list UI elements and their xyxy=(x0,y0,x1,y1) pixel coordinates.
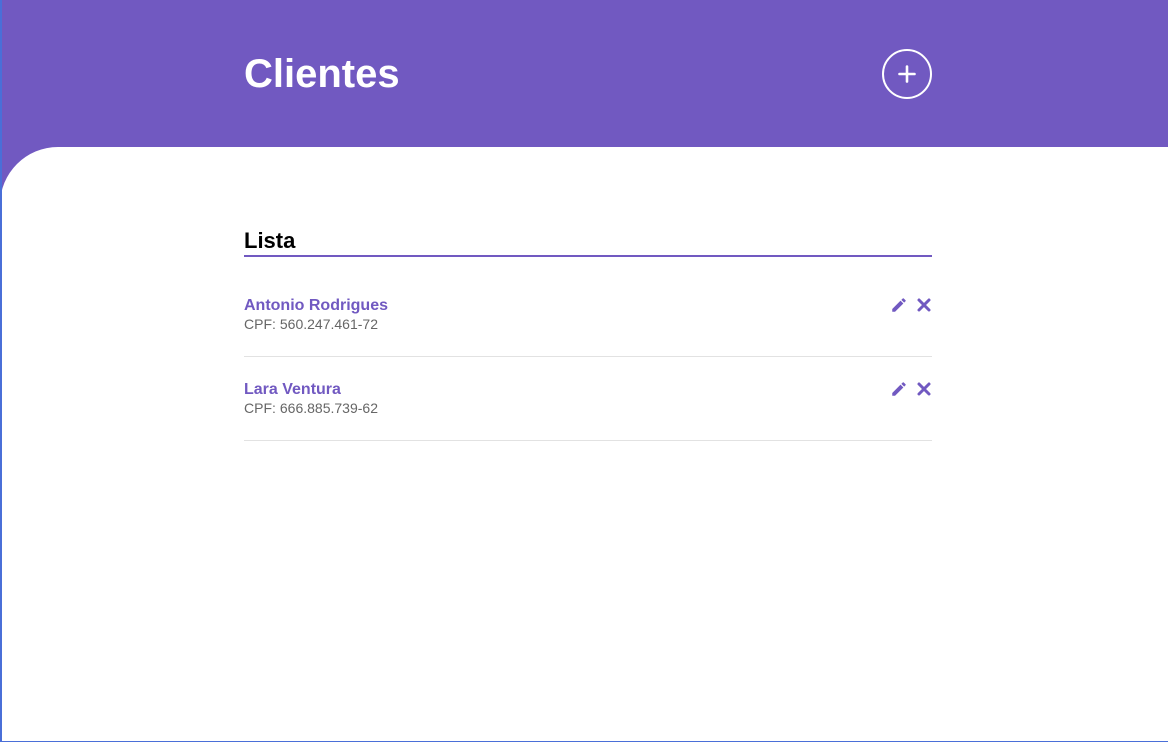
client-list: Antonio Rodrigues CPF: 560.247.461-72 Lar… xyxy=(244,273,932,441)
add-client-button[interactable] xyxy=(882,49,932,99)
pencil-icon xyxy=(892,298,906,312)
delete-button[interactable] xyxy=(915,380,933,398)
edit-button[interactable] xyxy=(890,380,908,398)
delete-button[interactable] xyxy=(915,296,933,314)
client-name[interactable]: Antonio Rodrigues xyxy=(244,297,388,315)
cpf-value: 666.885.739-62 xyxy=(279,400,378,416)
list-item: Lara Ventura CPF: 666.885.739-62 xyxy=(244,357,932,441)
cpf-label: CPF: xyxy=(244,400,276,416)
list-title: Lista xyxy=(244,229,932,257)
close-icon xyxy=(917,382,931,396)
page-title: Clientes xyxy=(244,52,400,96)
edit-button[interactable] xyxy=(890,296,908,314)
main-content: Lista Antonio Rodrigues CPF: 560.247.461-… xyxy=(0,147,1168,742)
client-name[interactable]: Lara Ventura xyxy=(244,381,341,399)
close-icon xyxy=(917,298,931,312)
client-cpf: CPF: 666.885.739-62 xyxy=(244,400,378,416)
cpf-value: 560.247.461-72 xyxy=(279,316,378,332)
plus-icon xyxy=(898,65,916,83)
list-item: Antonio Rodrigues CPF: 560.247.461-72 xyxy=(244,273,932,357)
client-cpf: CPF: 560.247.461-72 xyxy=(244,316,378,332)
pencil-icon xyxy=(892,382,906,396)
cpf-label: CPF: xyxy=(244,316,276,332)
page-header: Clientes xyxy=(0,0,1168,147)
